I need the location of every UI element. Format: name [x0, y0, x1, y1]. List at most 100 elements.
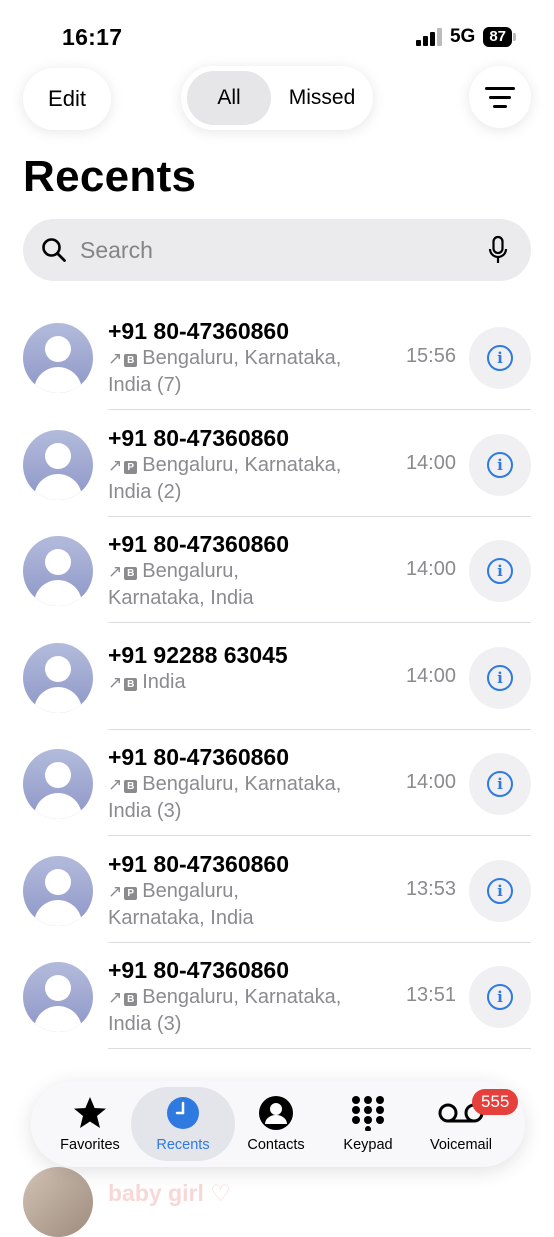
call-row[interactable]: +91 92288 63045 ↗ B India 14:00 i	[0, 620, 554, 730]
call-location-line2: Karnataka, India	[108, 907, 254, 929]
call-details: ↗ P Bengaluru, Karnataka, India	[108, 878, 376, 932]
info-button[interactable]: i	[469, 966, 531, 1028]
call-location: Bengaluru, Karnataka,	[142, 986, 342, 1008]
call-time: 14:00	[405, 452, 456, 474]
voicemail-badge: 555	[472, 1089, 519, 1115]
call-details: ↗ P Bengaluru, Karnataka, India (2)	[108, 452, 376, 506]
contact-name[interactable]: baby girl ♡	[108, 1180, 231, 1207]
contact-avatar-icon	[23, 430, 93, 500]
contact-avatar-icon	[23, 536, 93, 606]
info-icon: i	[487, 984, 513, 1010]
info-button[interactable]: i	[469, 434, 531, 496]
edit-button[interactable]: Edit	[23, 68, 111, 130]
info-icon: i	[487, 452, 513, 478]
call-time: 13:51	[405, 984, 456, 1006]
page-title: Recents	[23, 152, 197, 201]
info-button[interactable]: i	[469, 540, 531, 602]
search-input[interactable]: Search	[23, 219, 531, 281]
call-location: Bengaluru,	[142, 560, 239, 582]
call-time: 14:00	[405, 665, 456, 687]
call-location: Bengaluru, Karnataka,	[142, 347, 342, 369]
call-row[interactable]: +91 80-47360860 ↗ B Bengaluru, Karnataka, In…	[0, 513, 554, 623]
contact-avatar-icon	[23, 962, 93, 1032]
filter-all-tab[interactable]: All	[187, 71, 271, 125]
info-button[interactable]: i	[469, 860, 531, 922]
search-icon	[42, 238, 66, 262]
star-icon	[74, 1097, 106, 1128]
info-icon: i	[487, 665, 513, 691]
sim-badge-icon: P	[124, 461, 138, 474]
call-row[interactable]: +91 80-47360860 ↗ B Bengaluru, Karnataka, In…	[0, 300, 554, 410]
outgoing-arrow-icon: ↗	[108, 349, 123, 368]
call-time: 14:00	[405, 558, 456, 580]
call-time: 13:53	[405, 878, 456, 900]
call-location: India	[142, 671, 186, 693]
caller-number: +91 80-47360860	[108, 957, 289, 983]
call-location-line2: India (3)	[108, 1013, 182, 1035]
network-type: 5G	[449, 26, 476, 47]
keypad-icon	[352, 1096, 384, 1131]
tab-keypad[interactable]: Keypad	[323, 1081, 413, 1167]
tab-label: Keypad	[343, 1137, 393, 1153]
caller-number: +91 80-47360860	[108, 851, 289, 877]
call-location: Bengaluru, Karnataka,	[142, 454, 342, 476]
call-row[interactable]: +91 80-47360860 ↗ P Bengaluru, Karnataka, In…	[0, 407, 554, 517]
info-icon: i	[487, 345, 513, 371]
call-details: ↗ B Bengaluru, Karnataka, India	[108, 558, 376, 612]
call-location-line2: India (2)	[108, 481, 182, 503]
info-icon: i	[487, 771, 513, 797]
tab-label: Recents	[156, 1137, 210, 1153]
caller-number: +91 80-47360860	[108, 531, 289, 557]
outgoing-arrow-icon: ↗	[108, 673, 123, 692]
microphone-icon[interactable]	[487, 235, 509, 265]
status-indicators: 5G 87	[415, 26, 516, 48]
info-button[interactable]: i	[469, 647, 531, 709]
sim-badge-icon: B	[124, 678, 138, 691]
call-location: Bengaluru, Karnataka,	[142, 773, 342, 795]
clock-icon	[167, 1097, 199, 1129]
call-details: ↗ B Bengaluru, Karnataka, India (7)	[108, 345, 376, 399]
outgoing-arrow-icon: ↗	[108, 775, 123, 794]
battery-level: 87	[483, 27, 512, 47]
contact-avatar-icon	[23, 323, 93, 393]
info-button[interactable]: i	[469, 327, 531, 389]
signal-icon	[415, 28, 442, 46]
call-details: ↗ B Bengaluru, Karnataka, India (3)	[108, 984, 376, 1038]
filter-menu-button[interactable]	[469, 66, 531, 128]
call-row[interactable]: +91 80-47360860 ↗ B Bengaluru, Karnataka, In…	[0, 939, 554, 1049]
contact-avatar-icon	[23, 856, 93, 926]
outgoing-arrow-icon: ↗	[108, 988, 123, 1007]
sim-badge-icon: P	[124, 887, 138, 900]
filter-segmented-control: All Missed	[181, 66, 373, 130]
filter-missed-tab[interactable]: Missed	[277, 71, 367, 125]
contact-photo[interactable]	[23, 1167, 93, 1237]
call-row[interactable]: +91 80-47360860 ↗ P Bengaluru, Karnataka, In…	[0, 833, 554, 943]
sim-badge-icon: B	[124, 354, 138, 367]
contact-avatar-icon	[23, 749, 93, 819]
call-row[interactable]: +91 80-47360860 ↗ B Bengaluru, Karnataka, In…	[0, 726, 554, 836]
outgoing-arrow-icon: ↗	[108, 562, 123, 581]
info-icon: i	[487, 558, 513, 584]
tab-contacts[interactable]: Contacts	[231, 1081, 321, 1167]
call-time: 14:00	[405, 771, 456, 793]
call-details: ↗ B India	[108, 669, 376, 696]
person-circle-icon	[259, 1096, 293, 1130]
contact-avatar-icon	[23, 643, 93, 713]
info-button[interactable]: i	[469, 753, 531, 815]
tab-label: Favorites	[60, 1137, 120, 1153]
tab-recents[interactable]: Recents	[131, 1087, 235, 1161]
call-details: ↗ B Bengaluru, Karnataka, India (3)	[108, 771, 376, 825]
row-divider	[108, 1048, 531, 1049]
sim-badge-icon: B	[124, 567, 138, 580]
caller-number: +91 92288 63045	[108, 642, 288, 668]
status-time: 16:17	[62, 24, 123, 50]
call-location-line2: Karnataka, India	[108, 587, 254, 609]
tab-favorites[interactable]: Favorites	[45, 1081, 135, 1167]
call-location-line2: India (3)	[108, 800, 182, 822]
sim-badge-icon: B	[124, 780, 138, 793]
caller-number: +91 80-47360860	[108, 318, 289, 344]
tab-label: Voicemail	[429, 1137, 493, 1153]
tab-bar: Favorites Recents Contacts Keypad Voicem…	[31, 1081, 525, 1167]
info-icon: i	[487, 878, 513, 904]
battery-icon: 87	[483, 27, 516, 47]
